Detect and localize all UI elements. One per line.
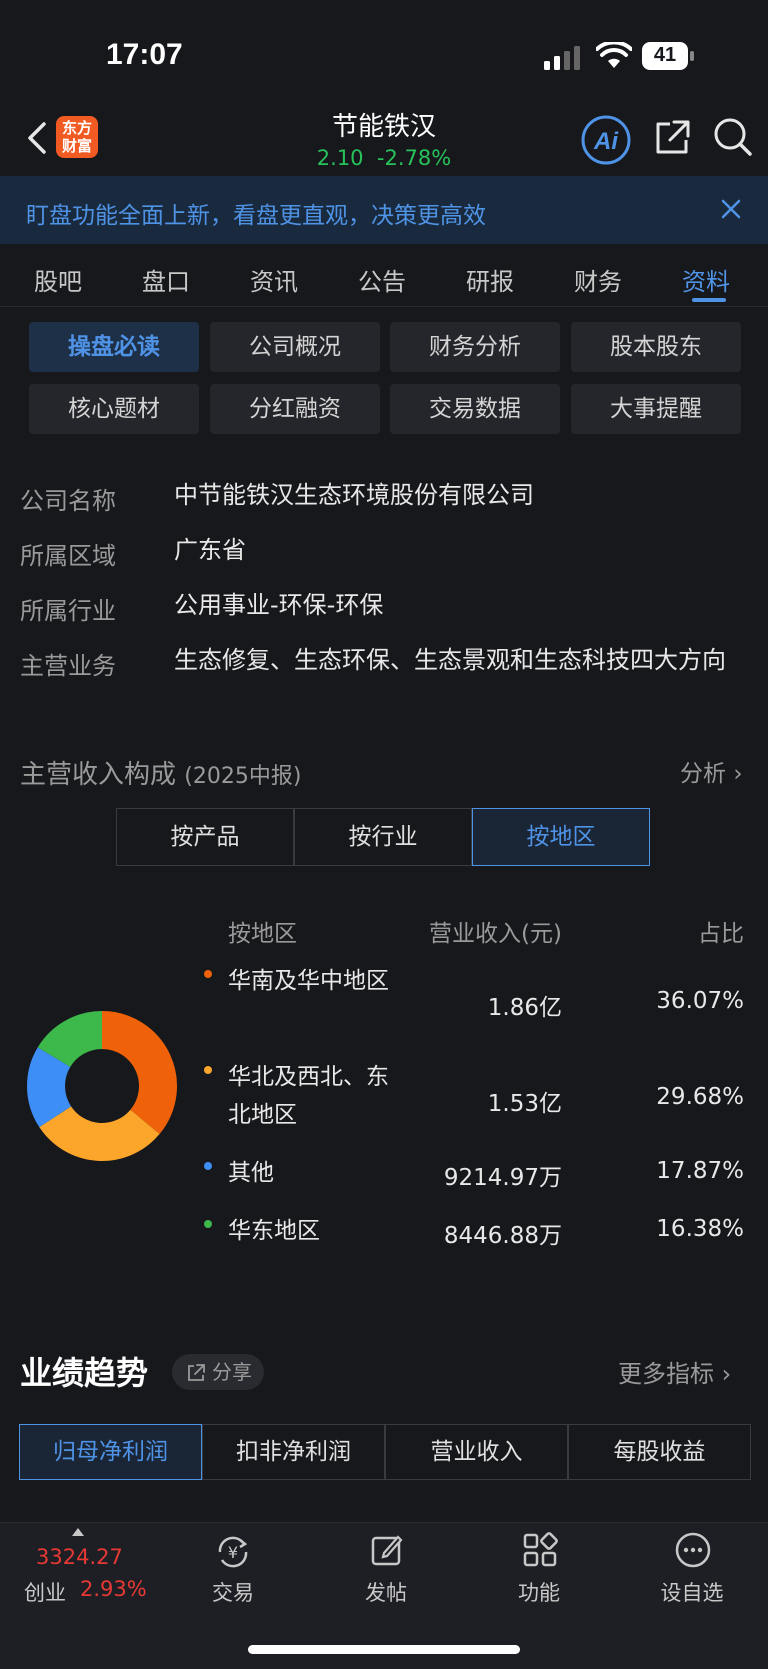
legend-dot — [204, 1066, 212, 1074]
chevron-right-icon: › — [733, 761, 743, 787]
banner-text[interactable]: 盯盘功能全面上新，看盘更直观，决策更高效 — [26, 196, 486, 230]
stock-change: -2.78% — [376, 146, 452, 170]
revenue-section-title: 主营收入构成 (2025中报) — [20, 754, 301, 791]
tab-finance[interactable]: 财务 — [574, 262, 622, 297]
region-share: 29.68% — [656, 1084, 744, 1110]
seg-by-region[interactable]: 按地区 — [472, 808, 650, 866]
legend-dot — [204, 970, 212, 978]
info-value-business: 生态修复、生态环保、生态景观和生态科技四大方向 — [174, 646, 726, 674]
caret-up-icon — [72, 1528, 84, 1536]
tab-pankou[interactable]: 盘口 — [142, 262, 190, 297]
analyze-link[interactable]: 分析 › — [680, 754, 743, 788]
tabs-divider — [0, 306, 768, 307]
seg-by-industry[interactable]: 按行业 — [294, 808, 472, 866]
home-indicator — [248, 1645, 520, 1654]
info-value-region: 广东省 — [174, 536, 246, 564]
donut-slice-3 — [27, 1047, 72, 1128]
info-label-company-name: 公司名称 — [20, 487, 116, 515]
nav-post[interactable]: 发帖 — [336, 1577, 436, 1607]
svg-text:¥: ¥ — [228, 1543, 238, 1562]
table-header-region: 按地区 — [228, 921, 297, 947]
region-revenue: 9214.97万 — [443, 1165, 562, 1191]
nav-functions[interactable]: 功能 — [489, 1577, 589, 1607]
info-label-industry: 所属行业 — [20, 597, 116, 625]
nav-add-watchlist[interactable]: 设自选 — [642, 1577, 742, 1607]
chip-trading-data[interactable]: 交易数据 — [390, 384, 560, 434]
index-name[interactable]: 创业 — [24, 1577, 66, 1607]
table-header-share: 占比 — [698, 921, 744, 947]
revenue-donut-chart — [27, 1011, 177, 1161]
more-icon[interactable] — [674, 1531, 712, 1569]
close-icon[interactable] — [720, 198, 742, 220]
more-metrics-label[interactable]: 更多指标 — [618, 1360, 714, 1388]
cellular-signal-icon — [544, 46, 580, 70]
index-value[interactable]: 3324.27 — [36, 1545, 123, 1569]
battery-level: 41 — [653, 44, 677, 66]
info-value-company-name: 中节能铁汉生态环境股份有限公司 — [174, 481, 534, 509]
chip-company-overview[interactable]: 公司概况 — [210, 322, 380, 372]
region-revenue: 1.86亿 — [487, 995, 562, 1021]
post-icon[interactable] — [368, 1531, 406, 1569]
region-share: 36.07% — [656, 988, 744, 1014]
search-icon[interactable] — [712, 116, 754, 158]
revenue-period: (2025中报) — [184, 764, 302, 789]
stock-price: 2.10 — [316, 146, 364, 170]
donut-slice-4 — [37, 1011, 103, 1068]
svg-text:Ai: Ai — [593, 128, 619, 155]
ptab-deducted-profit[interactable]: 扣非净利润 — [202, 1424, 385, 1480]
region-share: 17.87% — [656, 1158, 744, 1184]
share-label[interactable]: 分享 — [212, 1360, 252, 1384]
region-revenue: 1.53亿 — [487, 1091, 562, 1117]
chip-must-read[interactable]: 操盘必读 — [29, 322, 199, 372]
chip-financial-analysis[interactable]: 财务分析 — [390, 322, 560, 372]
share-button[interactable]: 分享 — [172, 1354, 264, 1390]
region-share: 16.38% — [656, 1216, 744, 1242]
legend-dot — [204, 1220, 212, 1228]
battery-icon: 41 — [642, 42, 694, 70]
index-change[interactable]: 2.93% — [80, 1577, 147, 1601]
chip-shareholders[interactable]: 股本股东 — [571, 322, 741, 372]
apps-icon[interactable] — [522, 1532, 558, 1568]
tab-announcements[interactable]: 公告 — [358, 262, 406, 297]
chip-core-themes[interactable]: 核心题材 — [29, 384, 199, 434]
status-time: 17:07 — [106, 38, 183, 71]
share-icon — [188, 1364, 205, 1381]
info-value-industry: 公用事业-环保-环保 — [174, 591, 384, 619]
active-tab-indicator — [692, 298, 726, 302]
tab-guba[interactable]: 股吧 — [34, 262, 82, 297]
ptab-net-profit[interactable]: 归母净利润 — [19, 1424, 202, 1480]
legend-dot — [204, 1162, 212, 1170]
nav-trade[interactable]: 交易 — [183, 1577, 283, 1607]
tab-research[interactable]: 研报 — [466, 262, 514, 297]
region-revenue: 8446.88万 — [443, 1223, 562, 1249]
ptab-eps[interactable]: 每股收益 — [568, 1424, 751, 1480]
chip-events[interactable]: 大事提醒 — [571, 384, 741, 434]
revenue-title: 主营收入构成 — [20, 760, 177, 790]
seg-by-product[interactable]: 按产品 — [116, 808, 294, 866]
info-label-region: 所属区域 — [20, 542, 116, 570]
tab-news[interactable]: 资讯 — [250, 262, 298, 297]
analyze-label[interactable]: 分析 — [680, 761, 726, 787]
table-header-revenue: 营业收入(元) — [429, 921, 562, 947]
ai-assistant-icon[interactable]: Ai — [580, 114, 632, 166]
donut-slice-2 — [39, 1105, 160, 1161]
info-label-business: 主营业务 — [20, 652, 116, 680]
chevron-right-icon: › — [721, 1360, 732, 1388]
more-metrics-link[interactable]: 更多指标 › — [618, 1354, 731, 1389]
wifi-icon — [596, 42, 632, 68]
share-icon[interactable] — [652, 118, 692, 158]
chip-dividends[interactable]: 分红融资 — [210, 384, 380, 434]
donut-slice-1 — [101, 1011, 177, 1135]
trade-icon[interactable]: ¥ — [214, 1533, 252, 1571]
ptab-revenue[interactable]: 营业收入 — [385, 1424, 568, 1480]
performance-title: 业绩趋势 — [20, 1354, 149, 1392]
tab-profile[interactable]: 资料 — [682, 262, 730, 297]
